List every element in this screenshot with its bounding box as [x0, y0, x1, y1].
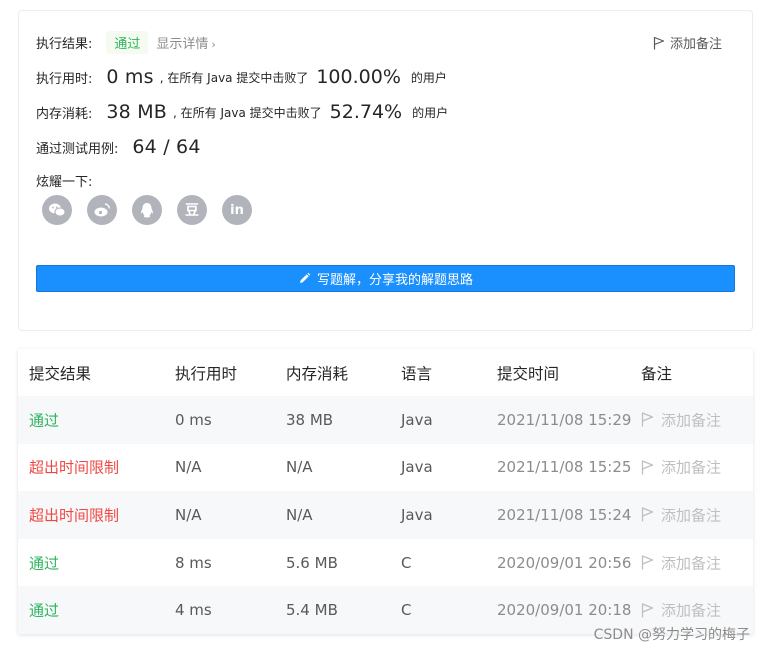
submission-runtime: 4 ms: [175, 601, 212, 620]
table-row[interactable]: 通过 8 ms 5.6 MB C 2020/09/01 20:56 添加备注: [18, 539, 753, 587]
wechat-icon[interactable]: [42, 195, 72, 225]
runtime-beat-text: , 在所有 Java 提交中击败了: [159, 70, 309, 85]
header-memory: 内存消耗: [286, 364, 349, 383]
submission-time: 2020/09/01 20:56: [497, 553, 632, 572]
add-note-label: 添加备注: [669, 37, 722, 52]
runtime-row: 执行用时: 0 ms , 在所有 Java 提交中击败了 100.00% 的用户: [36, 66, 447, 88]
weibo-icon[interactable]: [87, 195, 117, 225]
submission-memory: N/A: [286, 505, 313, 524]
submission-language: C: [401, 553, 412, 572]
watermark: CSDN @努力学习的梅子: [593, 627, 750, 643]
add-note-label: 添加备注: [661, 601, 722, 620]
submission-status[interactable]: 超出时间限制: [29, 457, 119, 478]
table-row[interactable]: 超出时间限制 N/A N/A Java 2021/11/08 15:24 添加备…: [18, 491, 753, 539]
tests-label: 通过测试用例:: [36, 141, 119, 157]
submission-language: Java: [401, 505, 433, 524]
runtime-label: 执行用时:: [36, 71, 93, 87]
header-status: 提交结果: [29, 364, 92, 383]
submission-time: 2021/11/08 15:29: [497, 410, 632, 429]
memory-beat-text: , 在所有 Java 提交中击败了: [173, 105, 322, 120]
submissions-table: 提交结果 执行用时 内存消耗 语言 提交时间 备注 通过 0 ms 38 MB …: [18, 349, 753, 634]
memory-value: 38 MB: [106, 101, 168, 123]
submission-time: 2021/11/08 15:25: [497, 458, 632, 477]
submission-runtime: 0 ms: [175, 410, 212, 429]
submission-runtime: N/A: [175, 505, 202, 524]
share-label: 炫耀一下:: [36, 175, 93, 190]
submission-language: C: [401, 601, 412, 620]
douban-icon[interactable]: 豆: [177, 195, 207, 225]
submission-runtime: N/A: [175, 458, 202, 477]
show-details-link[interactable]: 显示详情 ›: [156, 33, 215, 52]
add-note-button[interactable]: 添加备注: [641, 504, 721, 525]
share-icons: 豆 in: [42, 195, 252, 225]
submission-status[interactable]: 通过: [29, 409, 59, 430]
add-note-button[interactable]: 添加备注: [653, 33, 722, 52]
show-details-label: 显示详情: [156, 37, 209, 52]
chevron-right-icon: ›: [211, 38, 216, 51]
table-row[interactable]: 超出时间限制 N/A N/A Java 2021/11/08 15:25 添加备…: [18, 444, 753, 492]
add-note-button[interactable]: 添加备注: [641, 457, 721, 478]
status-badge: 通过: [106, 31, 149, 54]
write-solution-button[interactable]: 写题解，分享我的解题思路: [36, 265, 735, 292]
add-note-label: 添加备注: [661, 506, 722, 525]
flag-icon: [641, 555, 654, 570]
memory-users-text: 的用户: [412, 105, 449, 120]
tests-row: 通过测试用例: 64 / 64: [36, 136, 201, 158]
add-note-button[interactable]: 添加备注: [641, 552, 721, 573]
header-language: 语言: [401, 364, 433, 383]
submission-status[interactable]: 通过: [29, 552, 59, 573]
header-runtime: 执行用时: [175, 364, 238, 383]
runtime-value: 0 ms: [106, 66, 154, 88]
submission-language: Java: [401, 410, 433, 429]
submission-memory: 5.6 MB: [286, 553, 338, 572]
submission-memory: 5.4 MB: [286, 601, 338, 620]
result-label: 执行结果:: [36, 37, 93, 52]
share-row: 炫耀一下:: [36, 171, 92, 190]
flag-icon: [641, 507, 654, 522]
flag-icon: [641, 603, 654, 618]
submission-memory: 38 MB: [286, 410, 334, 429]
write-solution-label: 写题解，分享我的解题思路: [316, 273, 473, 288]
flag-icon: [641, 460, 654, 475]
tests-value: 64 / 64: [132, 136, 201, 158]
submission-language: Java: [401, 458, 433, 477]
header-submit-time: 提交时间: [497, 364, 560, 383]
flag-icon: [653, 36, 665, 49]
header-notes: 备注: [641, 364, 673, 383]
add-note-label: 添加备注: [661, 554, 722, 573]
table-row[interactable]: 通过 0 ms 38 MB Java 2021/11/08 15:29 添加备注: [18, 396, 753, 444]
submission-time: 2021/11/08 15:24: [497, 505, 632, 524]
result-row: 执行结果: 通过 显示详情 ›: [36, 31, 216, 54]
add-note-button[interactable]: 添加备注: [641, 600, 721, 621]
linkedin-icon[interactable]: in: [222, 195, 252, 225]
table-header: 提交结果 执行用时 内存消耗 语言 提交时间 备注: [18, 349, 753, 396]
runtime-percentile: 100.00%: [316, 66, 401, 88]
memory-label: 内存消耗:: [36, 106, 93, 122]
submission-status[interactable]: 通过: [29, 600, 59, 621]
add-note-label: 添加备注: [661, 458, 722, 477]
memory-percentile: 52.74%: [329, 101, 403, 123]
submission-runtime: 8 ms: [175, 553, 212, 572]
submission-time: 2020/09/01 20:18: [497, 601, 632, 620]
submission-memory: N/A: [286, 458, 313, 477]
qq-icon[interactable]: [132, 195, 162, 225]
memory-row: 内存消耗: 38 MB , 在所有 Java 提交中击败了 52.74% 的用户: [36, 101, 448, 123]
result-card: 执行结果: 通过 显示详情 › 添加备注 执行用时: 0 ms , 在所有 Jav…: [18, 10, 753, 331]
runtime-users-text: 的用户: [410, 70, 447, 85]
add-note-label: 添加备注: [661, 411, 722, 430]
pencil-icon: [299, 272, 311, 283]
flag-icon: [641, 412, 654, 427]
add-note-button[interactable]: 添加备注: [641, 409, 721, 430]
submission-status[interactable]: 超出时间限制: [29, 504, 119, 525]
